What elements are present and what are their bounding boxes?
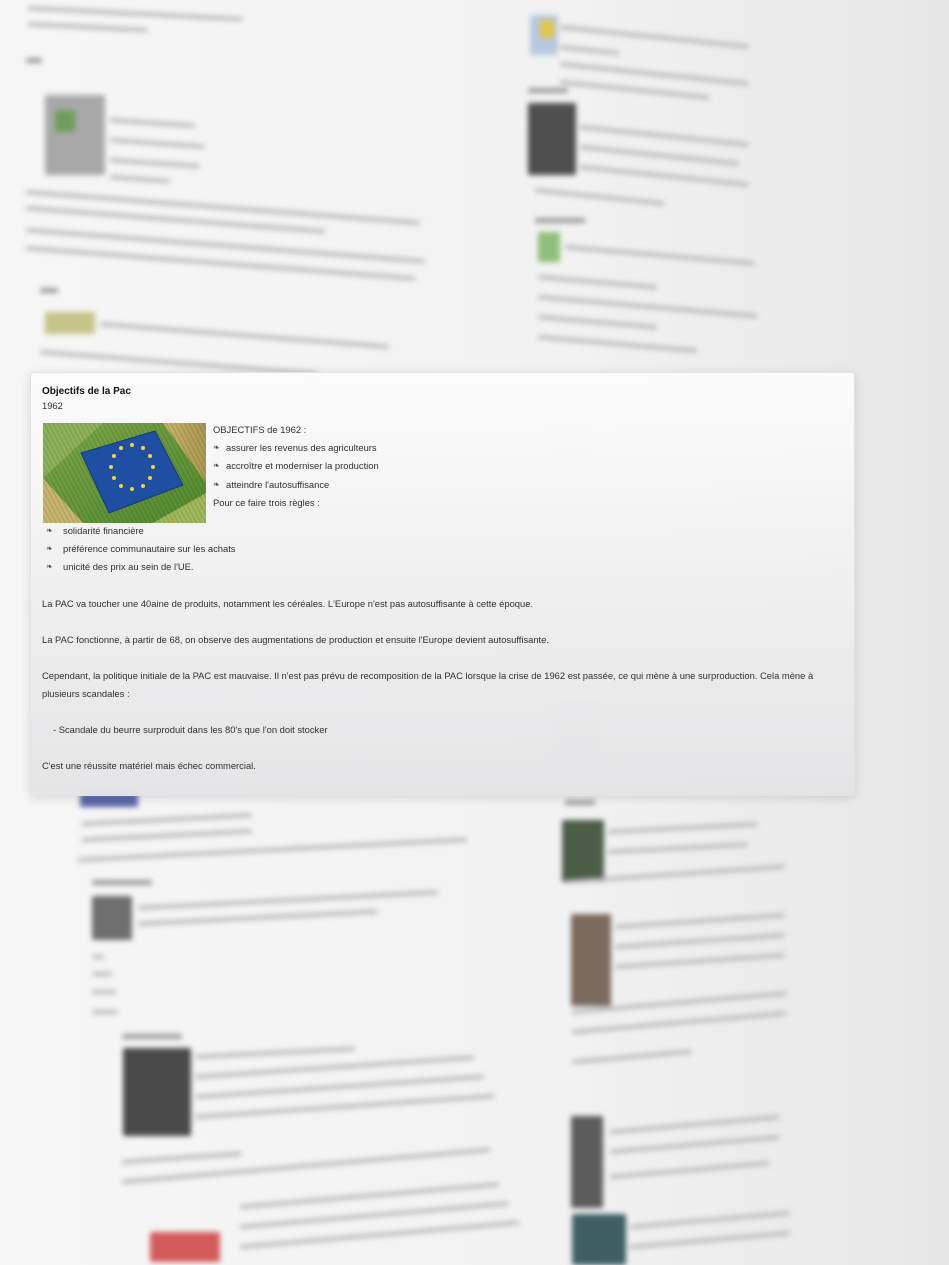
list-item: ❧ préférence communautaire sur les achats <box>46 540 842 558</box>
floral-bullet-icon: ❧ <box>213 479 220 489</box>
objective-text: atteindre l'autosuffisance <box>226 478 330 490</box>
floral-bullet-icon: ❧ <box>213 443 220 453</box>
objectives-block: OBJECTIFS de 1962 : ❧ assurer les revenus… <box>213 421 379 512</box>
paragraph: - Scandale du beurre surproduit dans les… <box>53 723 328 735</box>
intro-section: OBJECTIFS de 1962 : ❧ assurer les revenus… <box>42 417 842 523</box>
objectives-list: ❧ assurer les revenus des agriculteurs ❧ a… <box>213 439 379 494</box>
floral-bullet-icon: ❧ <box>213 461 220 471</box>
objective-text: accroître et moderniser la production <box>226 460 379 472</box>
rules-list: ❧ solidarité financière ❧ préférence commu… <box>42 522 842 577</box>
paragraph: C'est une réussite matériel mais échec c… <box>42 759 256 771</box>
rule-text: préférence communautaire sur les achats <box>63 543 236 555</box>
paragraph: La PAC fonctionne, à partir de 68, on ob… <box>42 633 549 645</box>
list-item: ❧ atteindre l'autosuffisance <box>213 476 379 494</box>
list-item: ❧ solidarité financière <box>46 522 842 540</box>
rule-text: solidarité financière <box>63 525 144 536</box>
floral-bullet-icon: ❧ <box>46 562 53 572</box>
list-item: ❧ assurer les revenus des agriculteurs <box>213 439 379 457</box>
popup-title: Objectifs de la Pac <box>42 386 131 397</box>
popup-subtitle: 1962 <box>42 400 63 411</box>
list-item: ❧ unicité des prix au sein de l'UE. <box>46 558 842 576</box>
floral-bullet-icon: ❧ <box>46 526 53 535</box>
paragraph: La PAC va toucher une 40aine de produits… <box>42 597 534 609</box>
rules-heading: Pour ce faire trois règles : <box>213 496 320 508</box>
objective-text: assurer les revenus des agriculteurs <box>226 442 377 454</box>
eu-flag-field-image <box>43 423 206 523</box>
pac-objectives-popup: Objectifs de la Pac 1962 OBJECTIFS de 19… <box>30 372 855 796</box>
rule-text: unicité des prix au sein de l'UE. <box>63 561 194 573</box>
paragraph: Cependant, la politique initiale de la P… <box>42 669 814 699</box>
floral-bullet-icon: ❧ <box>46 544 53 554</box>
list-item: ❧ accroître et moderniser la production <box>213 457 379 475</box>
objectives-heading: OBJECTIFS de 1962 : <box>213 424 307 435</box>
